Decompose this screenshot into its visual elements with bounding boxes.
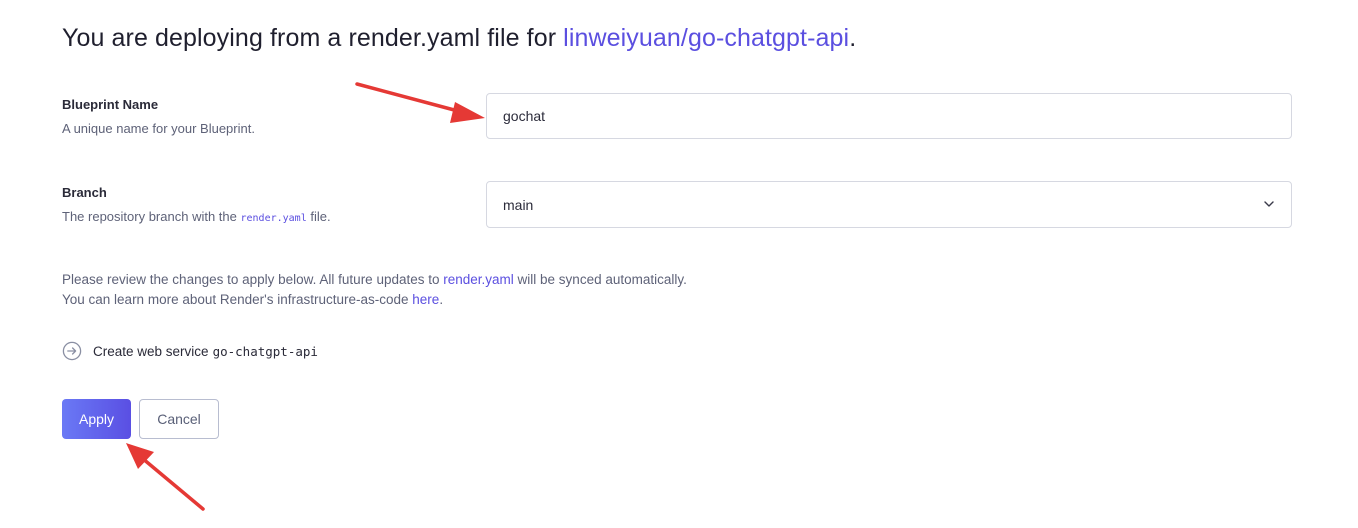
info-line-1-prefix: Please review the changes to apply below… xyxy=(62,272,444,287)
branch-selected-value: main xyxy=(503,196,534,213)
branch-help-suffix: file. xyxy=(306,209,331,224)
info-line-1: Please review the changes to apply below… xyxy=(62,270,687,290)
here-link[interactable]: here xyxy=(412,292,439,307)
blueprint-name-help: A unique name for your Blueprint. xyxy=(62,121,255,136)
change-item: Create web service go-chatgpt-api xyxy=(62,340,318,362)
branch-help-code: render.yaml xyxy=(240,213,307,224)
blueprint-name-label: Blueprint Name xyxy=(62,97,159,112)
annotation-arrow-apply xyxy=(126,443,205,511)
chevron-down-icon xyxy=(1263,197,1275,213)
change-service-name: go-chatgpt-api xyxy=(212,343,318,359)
change-text: Create web service xyxy=(93,343,209,359)
info-line-2-prefix: You can learn more about Render's infras… xyxy=(62,292,413,307)
info-line-1-suffix: will be synced automatically. xyxy=(513,272,687,287)
cancel-button[interactable]: Cancel xyxy=(139,399,219,439)
repo-link[interactable]: linweiyuan/go-chatgpt-api xyxy=(563,24,849,52)
branch-select[interactable]: main xyxy=(486,181,1292,228)
info-line-2: You can learn more about Render's infras… xyxy=(62,290,687,310)
arrow-circle-icon xyxy=(62,341,82,361)
deploy-blueprint-page: You are deploying from a render.yaml fil… xyxy=(0,0,1358,528)
annotation-arrow-input xyxy=(355,82,485,123)
branch-help: The repository branch with the render.ya… xyxy=(62,209,331,224)
branch-label: Branch xyxy=(62,185,107,200)
title-prefix: You are deploying from a render.yaml fil… xyxy=(62,24,564,52)
annotation-overlay xyxy=(126,82,485,511)
render-yaml-link[interactable]: render.yaml xyxy=(443,272,514,287)
page-title: You are deploying from a render.yaml fil… xyxy=(62,20,856,56)
blueprint-name-input[interactable] xyxy=(486,93,1292,139)
title-suffix: . xyxy=(849,24,857,52)
branch-help-prefix: The repository branch with the xyxy=(62,209,241,224)
info-line-2-suffix: . xyxy=(439,292,444,307)
info-text: Please review the changes to apply below… xyxy=(62,270,687,310)
apply-button[interactable]: Apply xyxy=(62,399,131,439)
